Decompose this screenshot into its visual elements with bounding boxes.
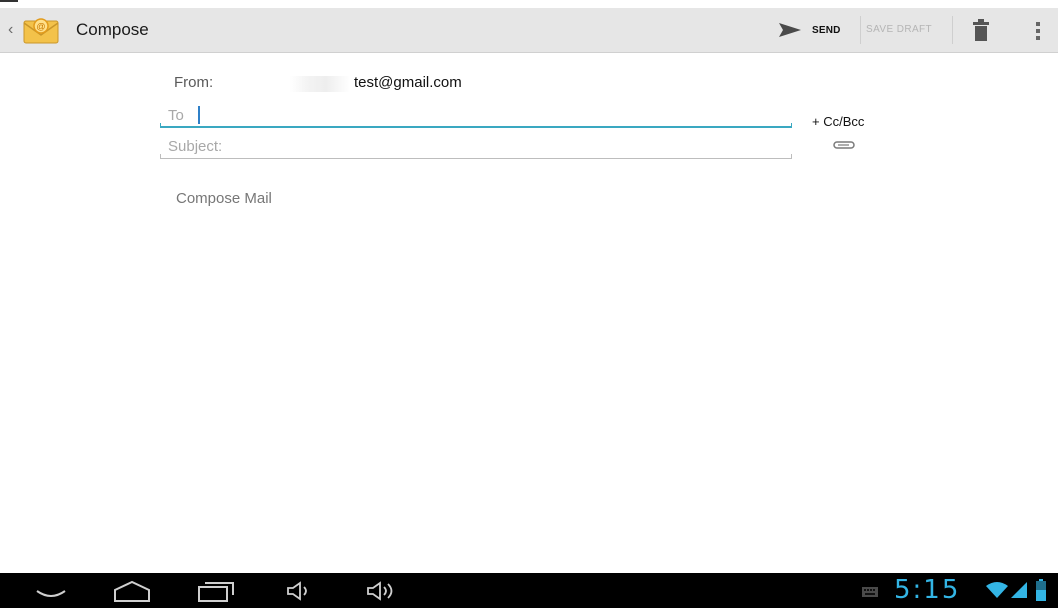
separator — [860, 16, 861, 44]
separator — [952, 16, 953, 44]
subject-underline-right-tick — [791, 154, 792, 159]
save-draft-button[interactable]: SAVE DRAFT — [866, 24, 932, 35]
from-label: From: — [174, 74, 214, 91]
volume-up-icon[interactable] — [366, 579, 398, 603]
volume-down-icon[interactable] — [286, 579, 314, 603]
home-icon[interactable] — [112, 579, 152, 603]
to-placeholder: To — [168, 107, 184, 124]
clock: 5:15 — [894, 575, 961, 605]
to-underline — [160, 126, 792, 128]
email-envelope-icon[interactable]: @ — [22, 15, 60, 45]
from-address[interactable]: test@gmail.com — [354, 74, 462, 91]
wifi-icon — [986, 582, 1008, 598]
back-icon[interactable] — [34, 579, 68, 603]
signal-icon — [1011, 582, 1027, 598]
send-arrow-icon — [779, 23, 801, 37]
subject-placeholder: Subject: — [168, 138, 223, 155]
system-nav-bar: 5:15 — [0, 573, 1058, 608]
trash-icon[interactable] — [972, 18, 990, 42]
recent-apps-icon[interactable] — [196, 579, 236, 603]
subject-field[interactable]: Subject: — [160, 135, 792, 159]
cc-bcc-button[interactable]: + Cc/Bcc — [812, 114, 864, 129]
subject-underline — [160, 158, 792, 159]
up-caret-icon[interactable]: ‹ — [8, 21, 18, 39]
send-button[interactable]: SEND — [770, 14, 858, 46]
battery-icon — [1036, 579, 1046, 601]
svg-text:@: @ — [36, 22, 45, 32]
top-edge-line — [0, 0, 18, 2]
overflow-menu-icon[interactable] — [1034, 20, 1042, 42]
keyboard-icon — [862, 587, 878, 597]
action-bar: ‹ @ Compose SEND SAVE DRAFT — [0, 8, 1058, 53]
subject-underline-left-tick — [160, 154, 161, 159]
compose-body[interactable]: Compose Mail — [176, 190, 272, 207]
to-underline-right-tick — [791, 123, 792, 128]
to-underline-left-tick — [160, 123, 161, 128]
from-name-redacted — [290, 76, 350, 92]
send-label: SEND — [812, 24, 841, 36]
text-cursor — [198, 106, 200, 124]
paperclip-icon[interactable] — [832, 139, 856, 151]
to-field[interactable]: To — [160, 104, 792, 128]
page-title: Compose — [76, 20, 149, 39]
